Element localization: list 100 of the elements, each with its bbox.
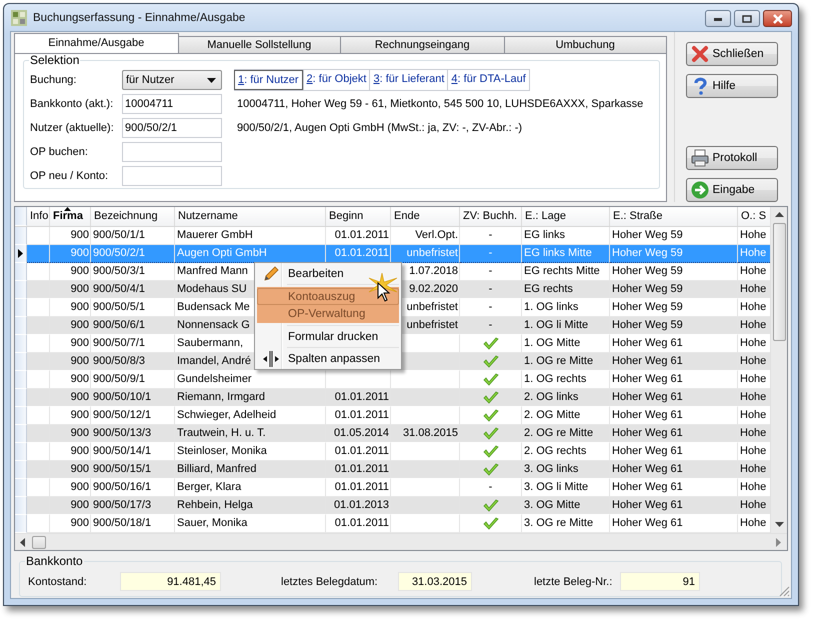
- sort-arrow-icon: [64, 207, 71, 211]
- table-cell-text: -: [488, 282, 492, 297]
- table-cell-text: -: [488, 228, 492, 243]
- table-cell-text: EG rechts Mitte: [524, 264, 600, 279]
- table-cell-text: Hohe: [740, 354, 766, 369]
- input-field[interactable]: 10004711: [122, 94, 222, 114]
- filter-link[interactable]: 3: für Lieferant: [369, 70, 448, 90]
- minimize-button[interactable]: [705, 10, 731, 27]
- table-cell-text: Hoher Weg 61: [612, 336, 683, 351]
- group-title: Bankkonto: [25, 555, 84, 568]
- menu-item[interactable]: Bearbeiten: [257, 265, 399, 282]
- column-header[interactable]: Ende: [391, 207, 460, 226]
- tab[interactable]: Manuelle Sollstellung: [178, 36, 341, 53]
- column-header[interactable]: ZV: Buchh.: [460, 207, 522, 226]
- output-field[interactable]: 91.481,45: [120, 572, 221, 591]
- table-cell-text: -: [488, 480, 492, 495]
- table-cell-text: Hoher Weg 61: [612, 354, 683, 369]
- tab[interactable]: Einnahme/Ausgabe: [14, 33, 178, 53]
- dropdown[interactable]: für Nutzer: [122, 70, 222, 90]
- scroll-thumb[interactable]: [32, 536, 46, 548]
- table-cell-text: 01.01.2011: [334, 516, 389, 531]
- scroll-up-icon[interactable]: [774, 212, 784, 218]
- table-cell-text: Hohe: [740, 462, 766, 477]
- table-cell-text: 1. OG Mitte: [524, 336, 580, 351]
- table-cell-text: Hoher Weg 61: [612, 516, 683, 531]
- scroll-thumb[interactable]: [772, 223, 786, 341]
- push-button[interactable]: Hilfe: [686, 74, 778, 98]
- table-cell-text: Nonnensack G: [177, 318, 250, 333]
- field-label: letzte Beleg-Nr.:: [534, 576, 614, 588]
- vertical-scrollbar[interactable]: [770, 207, 787, 533]
- table-cell-text: 900: [70, 462, 89, 477]
- horizontal-scrollbar[interactable]: [15, 533, 787, 550]
- table-row[interactable]: 900 900/50/13/3 Trautwein, H. u. T. 01.05.2014 31.08.2015 2. OG re Mitte Hoher Weg 61 Hohe: [15, 425, 770, 443]
- input-field[interactable]: [122, 166, 222, 186]
- filter-link[interactable]: 2: für Objekt: [302, 70, 370, 90]
- menu-item[interactable]: Kontoauszug: [257, 288, 399, 305]
- table-cell-text: 900: [70, 354, 89, 369]
- table-row[interactable]: 900 900/50/15/1 Billiard, Manfred 01.01.2011 3. OG links Hoher Weg 61 Hohe: [15, 461, 770, 479]
- tab[interactable]: Rechnungseingang: [340, 36, 504, 53]
- table-cell-text: 900: [70, 372, 89, 387]
- table-cell-text: Hohe: [740, 480, 766, 495]
- output-field[interactable]: 31.03.2015: [398, 572, 472, 591]
- close-button[interactable]: [763, 10, 792, 27]
- table-cell-text: 31.08.2015: [402, 426, 458, 441]
- table-cell-text: 900: [70, 426, 89, 441]
- menu-item[interactable]: Spalten anpassen: [257, 350, 399, 367]
- table-cell-text: 1.07.2018: [409, 264, 458, 279]
- column-header[interactable]: E.: Lage: [522, 207, 610, 226]
- table-cell-text: Hoher Weg 59: [612, 282, 683, 297]
- table-cell-text: 900: [70, 246, 89, 261]
- table-row[interactable]: 900 900/50/10/1 Riemann, Irmgard 01.01.2011 2. OG links Hoher Weg 61 Hohe: [15, 389, 770, 407]
- table-cell-text: Sauer, Monika: [177, 516, 248, 531]
- row-pointer-icon: [18, 249, 23, 258]
- tab[interactable]: Umbuchung: [504, 36, 667, 53]
- column-header[interactable]: Bezeichnung: [91, 207, 175, 226]
- table-cell-text: 01.01.2011: [334, 390, 389, 405]
- row-header[interactable]: [15, 245, 27, 263]
- table-cell-text: 01.01.2013: [334, 498, 389, 513]
- scroll-left-icon[interactable]: [20, 538, 26, 546]
- table-cell-text: 900/50/1/1: [93, 228, 145, 243]
- table-cell-text: Hoher Weg 61: [612, 498, 683, 513]
- table-cell-text: unbefristet: [406, 246, 458, 261]
- table-cell-text: Hoher Weg 59: [612, 264, 683, 279]
- table-cell-text: 900: [70, 444, 89, 459]
- push-button[interactable]: Eingabe: [686, 178, 778, 202]
- table-cell-text: Hohe: [740, 264, 766, 279]
- table-cell-text: 900/50/13/3: [93, 426, 152, 441]
- table-cell-text: 01.01.2011: [334, 480, 389, 495]
- filter-link[interactable]: 1: für Nutzer: [234, 70, 303, 90]
- table-cell-text: EG links: [524, 228, 565, 243]
- column-header[interactable]: Nutzername: [175, 207, 326, 226]
- scroll-right-icon[interactable]: [776, 538, 782, 546]
- table-cell-text: 900: [70, 408, 89, 423]
- filter-link[interactable]: 4: für DTA-Lauf: [447, 70, 529, 90]
- table-cell-text: Billiard, Manfred: [177, 462, 256, 477]
- group-title: Selektion: [29, 54, 80, 67]
- table-cell-text: unbefristet: [406, 318, 458, 333]
- table-row[interactable]: 900 900/50/17/3 Rehbein, Helga 01.01.2013 3. OG Mitte Hoher Weg 61 Hohe: [15, 497, 770, 515]
- input-field[interactable]: [122, 142, 222, 162]
- output-field[interactable]: 91: [620, 572, 700, 591]
- table-cell-text: 900: [70, 282, 89, 297]
- scroll-down-icon[interactable]: [774, 522, 784, 528]
- table-cell-text: EG links Mitte: [524, 246, 592, 261]
- table-cell-text: Hohe: [740, 246, 766, 261]
- push-button[interactable]: Protokoll: [686, 146, 778, 170]
- maximize-button[interactable]: [734, 10, 760, 27]
- table-cell-text: 900/50/10/1: [93, 390, 152, 405]
- column-header[interactable]: E.: Straße: [610, 207, 738, 226]
- table-cell-text: Hoher Weg 59: [612, 318, 683, 333]
- push-button[interactable]: Schließen: [686, 42, 778, 66]
- input-field[interactable]: 900/50/2/1: [122, 118, 222, 138]
- printer-icon: [690, 149, 708, 168]
- column-header[interactable]: Info: [27, 207, 50, 226]
- table-cell-text: Hohe: [740, 282, 766, 297]
- column-header[interactable]: Beginn: [326, 207, 391, 226]
- resize-grip-icon[interactable]: [779, 586, 790, 597]
- column-header[interactable]: Firma: [50, 207, 91, 226]
- table-cell-text: Berger, Klara: [177, 480, 242, 495]
- table-cell-text: Schwieger, Adelheid: [177, 408, 276, 423]
- table-cell-text: Hoher Weg 59: [612, 300, 683, 315]
